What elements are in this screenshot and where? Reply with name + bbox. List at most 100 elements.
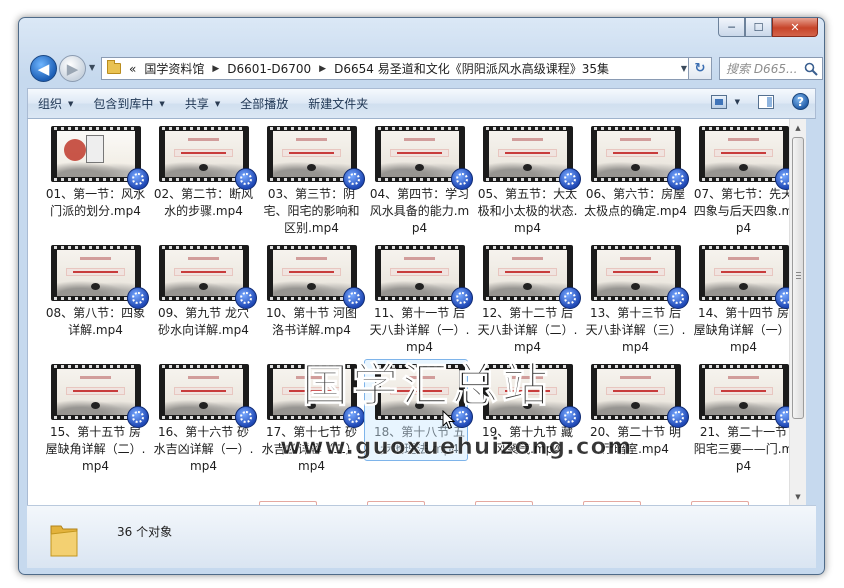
include-in-library-button[interactable]: 包含到库中 ▼ <box>83 89 174 118</box>
film-strip-holes <box>485 246 570 249</box>
film-strip-holes <box>593 365 678 368</box>
file-name: 15、第十五节 房屋缺角详解（二）.mp4 <box>45 425 146 473</box>
video-thumbnail <box>158 245 257 309</box>
recent-pages-chevron-down-icon[interactable]: ▼ <box>89 63 95 72</box>
video-thumbnail <box>158 126 257 190</box>
file-list-pane[interactable]: 01、第一节：风水门派的划分.mp4 02、第二节：断风水的步骤.mp4 03、第三… <box>27 119 806 505</box>
film-strip-holes <box>53 246 138 249</box>
video-frame <box>596 369 675 415</box>
play-all-button[interactable]: 全部播放 <box>230 89 298 118</box>
breadcrumb-overflow[interactable]: « <box>125 62 140 76</box>
item-count: 36 个对象 <box>117 525 173 539</box>
breadcrumb-separator-icon[interactable]: ▶ <box>208 64 223 74</box>
slide-header-graphic <box>295 137 328 141</box>
file-item[interactable]: 21、第二十一节 阳宅三要——门.mp4 <box>692 364 797 475</box>
media-player-icon <box>126 168 149 190</box>
video-frame <box>704 369 783 415</box>
video-frame <box>704 250 783 296</box>
refresh-button[interactable]: ↻ <box>688 58 711 79</box>
file-item[interactable]: 10、第十节 河图洛书详解.mp4 <box>260 245 365 339</box>
media-player-icon <box>666 168 689 190</box>
breadcrumb-item-guoxue[interactable]: 国学资料馆 <box>140 60 208 77</box>
video-frame <box>56 250 135 296</box>
file-item[interactable]: 13、第十三节 后天八卦详解（三）.mp4 <box>584 245 689 356</box>
file-item[interactable]: 16、第十六节 砂水吉凶详解（一）.mp4 <box>152 364 257 475</box>
organize-button[interactable]: 组织 ▼ <box>28 89 83 118</box>
folder-icon <box>107 60 121 74</box>
video-frame <box>488 250 567 296</box>
address-bar[interactable]: « 国学资料馆 ▶ D6601-D6700 ▶ D6654 易圣道和文化《阴阳派… <box>101 57 712 80</box>
film-strip-holes <box>53 178 138 181</box>
video-thumbnail <box>590 245 689 309</box>
help-icon[interactable]: ? <box>792 93 809 110</box>
watermark-url: www.guoxuehuizong.com <box>280 434 633 461</box>
vertical-scrollbar[interactable]: ▲ ▼ <box>789 119 806 505</box>
slide-title-graphic <box>605 149 666 158</box>
film-strip-holes <box>377 178 462 181</box>
minimize-button[interactable]: ─ <box>718 18 745 37</box>
slide-header-graphic <box>727 256 760 260</box>
file-item[interactable]: 06、第六节：房屋太极点的确定.mp4 <box>584 126 689 220</box>
media-player-icon <box>342 168 365 190</box>
search-input[interactable]: 搜索 D665... <box>719 57 823 80</box>
back-button[interactable]: ◀ <box>30 55 57 82</box>
film-strip-holes <box>161 246 246 249</box>
slide-title-graphic <box>173 387 234 396</box>
change-view-icon[interactable] <box>710 94 727 109</box>
video-thumbnail <box>158 364 257 428</box>
media-player-icon <box>450 287 473 309</box>
file-item[interactable]: 05、第五节：大太极和小太极的状态.mp4 <box>476 126 581 237</box>
film-strip-holes <box>593 297 678 300</box>
film-strip-holes <box>701 178 786 181</box>
search-icon[interactable] <box>804 62 818 76</box>
slide-header-graphic <box>619 256 652 260</box>
file-item[interactable]: 07、第七节：先天四象与后天四象.mp4 <box>692 126 797 237</box>
video-thumbnail <box>698 126 797 190</box>
media-player-icon <box>342 287 365 309</box>
file-name: 06、第六节：房屋太极点的确定.mp4 <box>584 187 687 218</box>
film-strip-holes <box>269 297 354 300</box>
close-button[interactable]: ✕ <box>772 18 818 37</box>
video-frame <box>272 131 351 177</box>
scrollbar-thumb[interactable] <box>792 137 804 419</box>
file-item[interactable]: 11、第十一节 后天八卦详解（一）.mp4 <box>368 245 473 356</box>
breadcrumb-separator-icon[interactable]: ▶ <box>315 64 330 74</box>
breadcrumb-item-range[interactable]: D6601-D6700 <box>223 62 315 76</box>
slide-title-graphic <box>497 149 558 158</box>
video-thumbnail <box>266 126 365 190</box>
forward-button[interactable]: ▶ <box>59 55 86 82</box>
file-item[interactable]: 02、第二节：断风水的步骤.mp4 <box>152 126 257 220</box>
share-button[interactable]: 共享 ▼ <box>175 89 230 118</box>
video-thumbnail <box>374 245 473 309</box>
file-name: 08、第八节：四象详解.mp4 <box>45 306 146 337</box>
scroll-up-icon[interactable]: ▲ <box>790 119 806 136</box>
film-strip-holes <box>701 246 786 249</box>
slide-header-graphic <box>295 256 328 260</box>
file-item[interactable]: 12、第十二节 后天八卦详解（二）.mp4 <box>476 245 581 356</box>
file-item[interactable]: 09、第九节 龙穴砂水向详解.mp4 <box>152 245 257 339</box>
maximize-button[interactable]: ☐ <box>745 18 772 37</box>
media-player-icon <box>666 406 689 428</box>
file-item[interactable]: 01、第一节：风水门派的划分.mp4 <box>44 126 149 220</box>
file-item[interactable]: 15、第十五节 房屋缺角详解（二）.mp4 <box>44 364 149 475</box>
video-frame <box>56 369 135 415</box>
scroll-down-icon[interactable]: ▼ <box>790 488 806 505</box>
address-history-chevron-down-icon[interactable]: ▼ <box>681 64 687 73</box>
file-item[interactable]: 03、第三节：阴宅、阳宅的影响和区别.mp4 <box>260 126 365 237</box>
slide-header-graphic <box>619 375 652 379</box>
file-item[interactable]: 14、第十四节 房屋缺角详解（一）.mp4 <box>692 245 797 356</box>
film-strip-holes <box>593 178 678 181</box>
media-player-icon <box>126 406 149 428</box>
view-options-chevron-down-icon[interactable]: ▼ <box>735 98 740 106</box>
breadcrumb-item-current[interactable]: D6654 易圣道和文化《阴阳派风水高级课程》35集 <box>330 60 613 77</box>
film-strip-holes <box>53 297 138 300</box>
new-folder-button[interactable]: 新建文件夹 <box>298 89 378 118</box>
film-strip-holes <box>377 297 462 300</box>
preview-pane-icon[interactable] <box>758 94 774 109</box>
media-player-icon <box>126 287 149 309</box>
file-item[interactable]: 08、第八节：四象详解.mp4 <box>44 245 149 339</box>
film-strip-holes <box>485 297 570 300</box>
file-name: 21、第二十一节 阳宅三要——门.mp4 <box>693 425 794 473</box>
slide-header-graphic <box>403 256 436 260</box>
file-item[interactable]: 04、第四节：学习风水具备的能力.mp4 <box>368 126 473 237</box>
